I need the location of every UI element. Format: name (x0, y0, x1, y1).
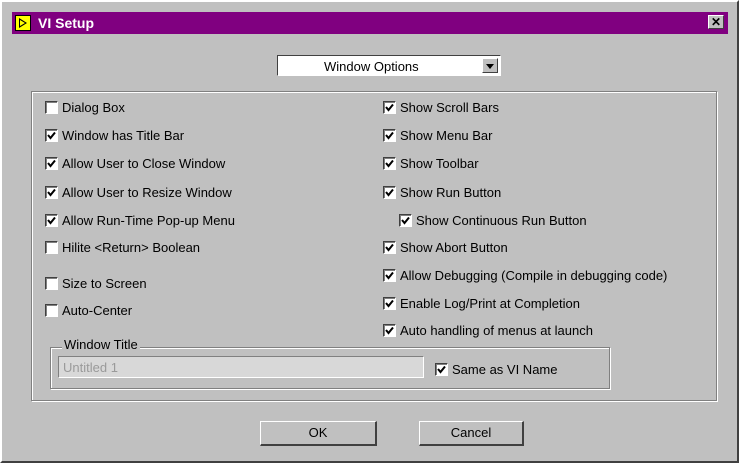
option-label: Auto handling of menus at launch (400, 323, 593, 338)
option-label: Allow Run-Time Pop-up Menu (62, 213, 235, 228)
checkbox[interactable] (45, 186, 58, 199)
checkbox[interactable] (45, 241, 58, 254)
dropdown-arrow-icon[interactable] (482, 58, 498, 73)
option-label: Show Continuous Run Button (416, 213, 587, 228)
option-label: Auto-Center (62, 303, 133, 318)
window-title: VI Setup (38, 15, 95, 31)
option-label: Allow User to Close Window (62, 156, 226, 171)
option-label: Allow Debugging (Compile in debugging co… (400, 268, 668, 283)
option-label: Allow User to Resize Window (62, 185, 232, 200)
checkbox[interactable] (45, 304, 58, 317)
checkbox[interactable] (45, 214, 58, 227)
checkbox[interactable] (383, 101, 396, 114)
category-select[interactable]: Window Options (277, 55, 501, 76)
cancel-button[interactable]: Cancel (419, 421, 524, 446)
option-label: Size to Screen (62, 276, 147, 291)
checkbox[interactable] (383, 241, 396, 254)
checkbox[interactable] (45, 277, 58, 290)
checkbox[interactable] (45, 157, 58, 170)
option-label: Show Menu Bar (400, 128, 493, 143)
ok-button[interactable]: OK (260, 421, 377, 446)
vi-setup-window: VI Setup ✕ Window Options Dialog Box Win… (0, 0, 739, 463)
option-label: Show Run Button (400, 185, 502, 200)
labview-vi-icon (15, 15, 31, 31)
checkbox[interactable] (383, 269, 396, 282)
checkbox[interactable] (383, 157, 396, 170)
checkbox[interactable] (383, 186, 396, 199)
option-label: Show Abort Button (400, 240, 508, 255)
option-label: Show Scroll Bars (400, 100, 499, 115)
option-label: Window has Title Bar (62, 128, 185, 143)
checkbox[interactable] (383, 297, 396, 310)
checkbox[interactable] (45, 101, 58, 114)
title-bar[interactable]: VI Setup ✕ (12, 12, 728, 34)
checkbox[interactable] (435, 363, 448, 376)
category-select-value: Window Options (324, 59, 419, 74)
checkbox[interactable] (45, 129, 58, 142)
checkbox[interactable] (399, 214, 412, 227)
option-label: Show Toolbar (400, 156, 479, 171)
option-label: Same as VI Name (452, 362, 558, 377)
close-button[interactable]: ✕ (708, 15, 724, 29)
checkbox[interactable] (383, 324, 396, 337)
window-title-input[interactable] (58, 356, 424, 378)
option-label: Hilite <Return> Boolean (62, 240, 201, 255)
option-label: Dialog Box (62, 100, 125, 115)
option-label: Enable Log/Print at Completion (400, 296, 580, 311)
window-title-legend: Window Title (62, 337, 140, 353)
checkbox[interactable] (383, 129, 396, 142)
